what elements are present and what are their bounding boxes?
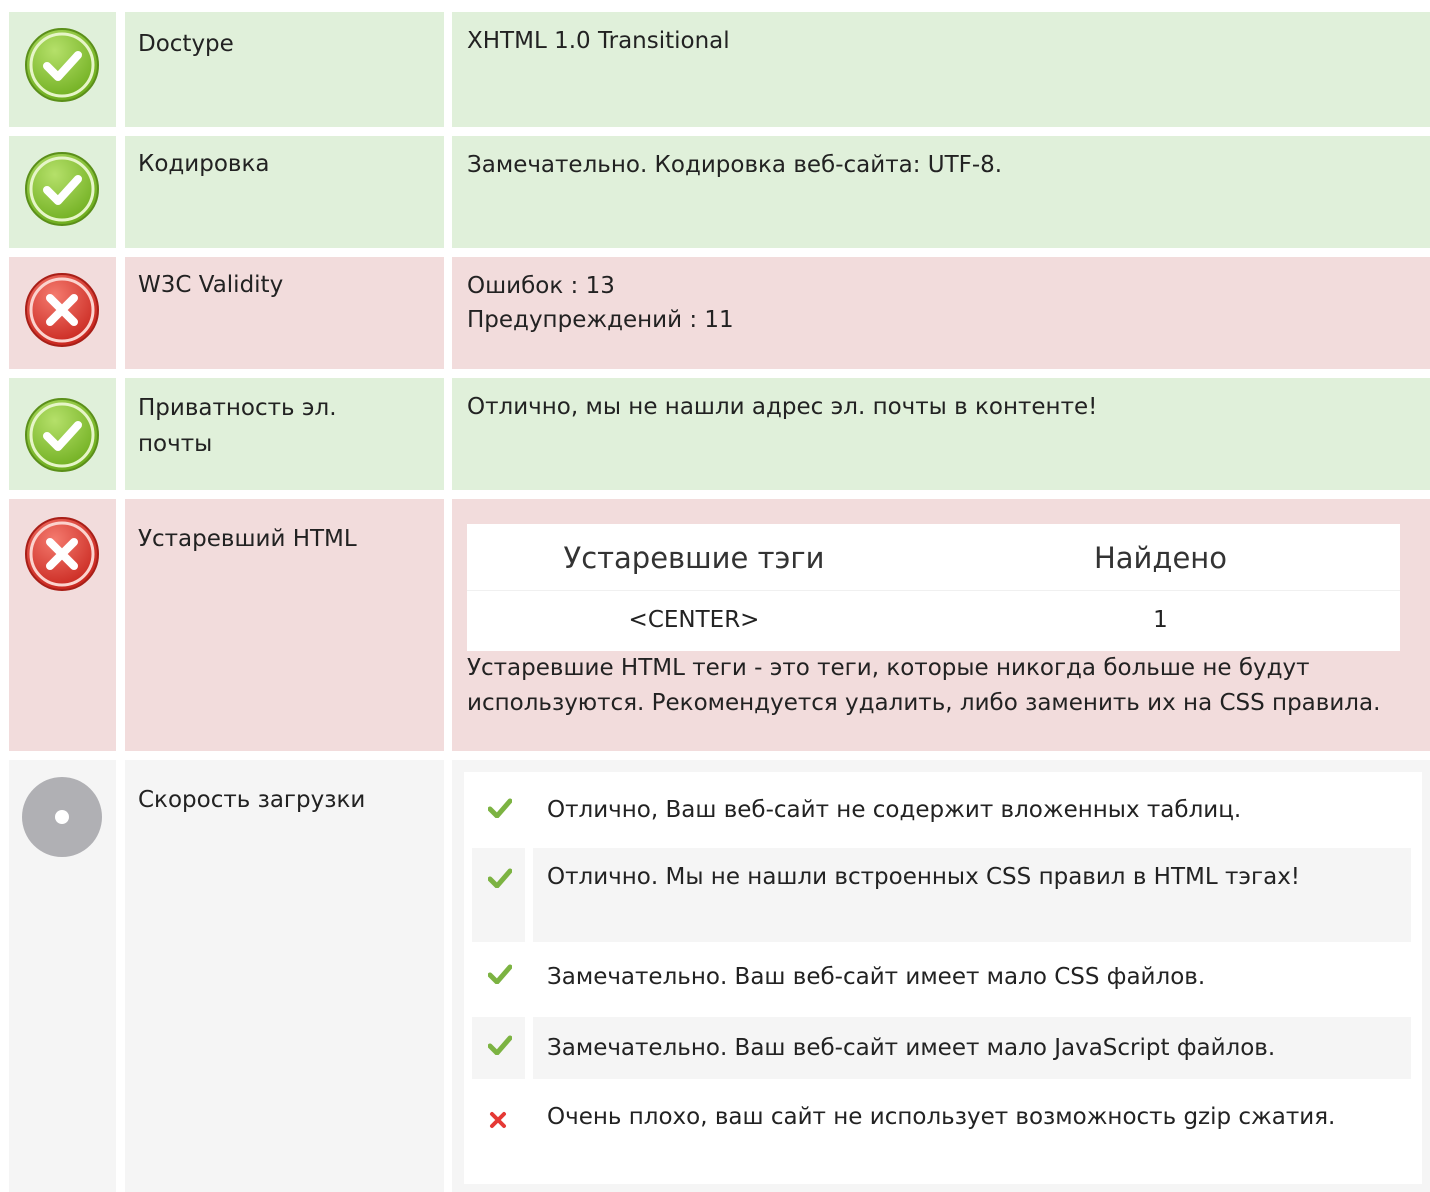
status-cell bbox=[9, 136, 116, 248]
list-item-text-box: Отлично. Мы не нашли встроенных CSS прав… bbox=[533, 848, 1411, 942]
row-label: Doctype bbox=[138, 31, 234, 57]
row-doctype: Doctype XHTML 1.0 Transitional bbox=[9, 12, 1430, 127]
checkmark-icon bbox=[472, 946, 525, 1008]
list-item: Замечательно. Ваш веб-сайт имеет мало CS… bbox=[464, 946, 1419, 1008]
list-item-text: Замечательно. Ваш веб-сайт имеет мало CS… bbox=[547, 964, 1206, 990]
deprecated-tags-table: Устаревшие тэги Найдено <CENTER> 1 bbox=[467, 524, 1400, 651]
row-value: XHTML 1.0 Transitional bbox=[467, 28, 730, 54]
status-cell bbox=[9, 760, 116, 1192]
list-item-text: Замечательно. Ваш веб-сайт имеет мало Ja… bbox=[547, 1035, 1276, 1061]
deprecated-table-header: Устаревшие тэги Найдено bbox=[467, 524, 1400, 590]
neutral-circle-icon bbox=[21, 776, 103, 858]
checkmark-icon bbox=[472, 776, 525, 844]
list-item-text-box: Отлично, Ваш веб-сайт не содержит вложен… bbox=[533, 776, 1411, 844]
row-w3c-validity: W3C Validity Ошибок : 13 Предупреждений … bbox=[9, 257, 1430, 369]
status-cell bbox=[9, 499, 116, 751]
deprecated-note: Устаревшие HTML теги - это теги, которые… bbox=[467, 655, 1381, 716]
check-circle-icon bbox=[23, 150, 101, 228]
value-cell: Ошибок : 13 Предупреждений : 11 bbox=[452, 257, 1430, 369]
row-label: Устаревший HTML bbox=[138, 526, 357, 552]
list-item-text: Отлично. Мы не нашли встроенных CSS прав… bbox=[547, 864, 1301, 890]
w3c-errors: Ошибок : 13 bbox=[467, 273, 615, 299]
list-item: Очень плохо, ваш сайт не использует возм… bbox=[464, 1088, 1419, 1178]
list-item: Замечательно. Ваш веб-сайт имеет мало Ja… bbox=[464, 1017, 1419, 1079]
status-cell bbox=[9, 378, 116, 490]
list-item-text-box: Очень плохо, ваш сайт не использует возм… bbox=[533, 1088, 1411, 1178]
x-circle-icon bbox=[23, 271, 101, 349]
header-deprecated-tags: Устаревшие тэги bbox=[563, 541, 825, 575]
row-label: Кодировка bbox=[138, 151, 270, 177]
w3c-warnings: Предупреждений : 11 bbox=[467, 307, 734, 333]
row-label: Скорость загрузки bbox=[138, 787, 366, 813]
check-circle-icon bbox=[23, 26, 101, 104]
check-circle-icon bbox=[23, 396, 101, 474]
label-cell: Кодировка bbox=[125, 136, 444, 248]
status-cell bbox=[9, 257, 116, 369]
row-load-speed: Скорость загрузки Отлично, Ваш веб-сайт … bbox=[9, 760, 1430, 1192]
checkmark-icon bbox=[472, 848, 525, 942]
row-encoding: Кодировка Замечательно. Кодировка веб-са… bbox=[9, 136, 1430, 248]
x-circle-icon bbox=[23, 515, 101, 593]
checkmark-icon bbox=[472, 1017, 525, 1079]
speed-checks-list: Отлично, Ваш веб-сайт не содержит вложен… bbox=[464, 772, 1422, 1184]
row-label: Приватность эл. почты bbox=[138, 395, 337, 457]
label-cell: W3C Validity bbox=[125, 257, 444, 369]
list-item-text: Отлично, Ваш веб-сайт не содержит вложен… bbox=[547, 797, 1242, 823]
list-item-text-box: Замечательно. Ваш веб-сайт имеет мало CS… bbox=[533, 946, 1411, 1008]
label-cell: Приватность эл. почты bbox=[125, 378, 444, 490]
row-email-privacy: Приватность эл. почты Отлично, мы не наш… bbox=[9, 378, 1430, 490]
deprecated-tag: <CENTER> bbox=[628, 607, 760, 633]
row-label: W3C Validity bbox=[138, 272, 284, 298]
value-cell: Отлично, Ваш веб-сайт не содержит вложен… bbox=[452, 760, 1430, 1192]
label-cell: Устаревший HTML bbox=[125, 499, 444, 751]
row-deprecated-html: Устаревший HTML Устаревшие тэги Найдено … bbox=[9, 499, 1430, 751]
value-cell: XHTML 1.0 Transitional bbox=[452, 12, 1430, 127]
value-cell: Замечательно. Кодировка веб-сайта: UTF-8… bbox=[452, 136, 1430, 248]
value-cell: Устаревшие тэги Найдено <CENTER> 1 Устар… bbox=[452, 499, 1430, 751]
value-cell: Отлично, мы не нашли адрес эл. почты в к… bbox=[452, 378, 1430, 490]
label-cell: Скорость загрузки bbox=[125, 760, 444, 1192]
row-value: Отлично, мы не нашли адрес эл. почты в к… bbox=[467, 394, 1098, 420]
table-row: <CENTER> 1 bbox=[467, 590, 1400, 651]
row-value: Замечательно. Кодировка веб-сайта: UTF-8… bbox=[467, 152, 1003, 178]
list-item: Отлично, Ваш веб-сайт не содержит вложен… bbox=[464, 776, 1419, 844]
x-mark-icon bbox=[472, 1088, 525, 1178]
status-cell bbox=[9, 12, 116, 127]
header-found: Найдено bbox=[1093, 541, 1228, 575]
label-cell: Doctype bbox=[125, 12, 444, 127]
list-item: Отлично. Мы не нашли встроенных CSS прав… bbox=[464, 848, 1419, 942]
deprecated-count: 1 bbox=[1153, 607, 1168, 633]
list-item-text: Очень плохо, ваш сайт не использует возм… bbox=[547, 1104, 1336, 1130]
list-item-text-box: Замечательно. Ваш веб-сайт имеет мало Ja… bbox=[533, 1017, 1411, 1079]
